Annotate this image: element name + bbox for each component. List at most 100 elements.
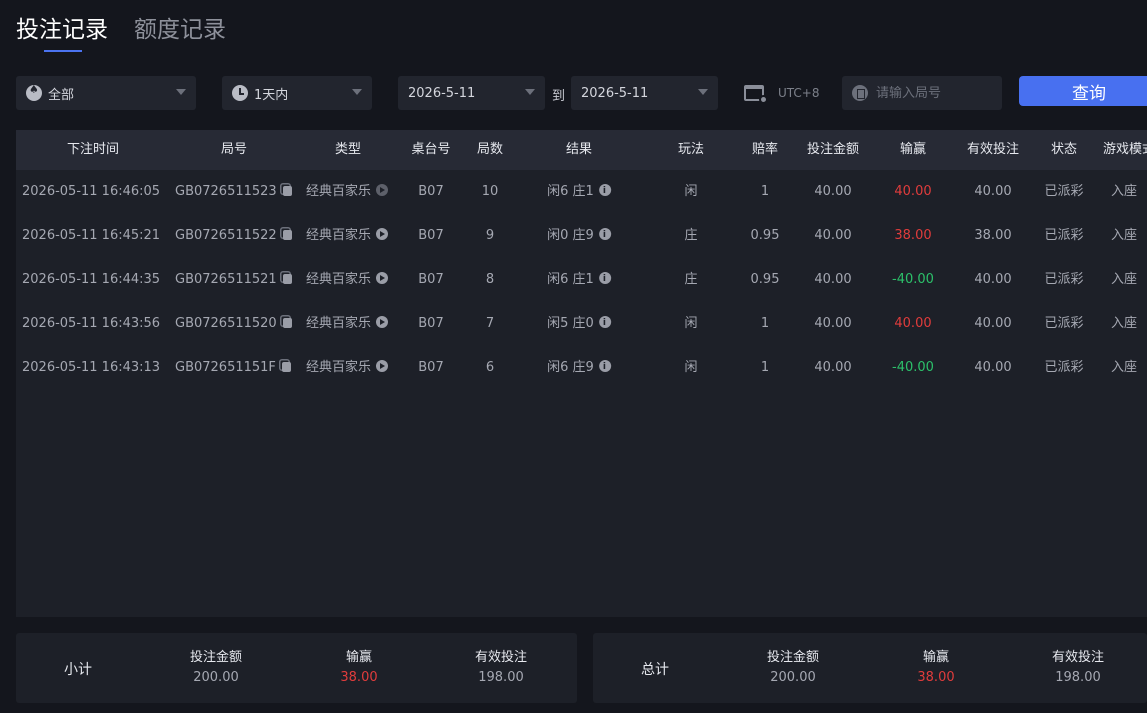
table-no: B07 (418, 184, 444, 199)
time-range-select[interactable]: 1天内 (222, 76, 372, 110)
game-type-select[interactable]: 全部 (16, 76, 196, 110)
subtotal-amount-value: 200.00 (193, 670, 239, 685)
chevron-down-icon (698, 89, 708, 95)
col-odds: 赔率 (751, 142, 779, 157)
date-from-select[interactable]: 2026-5-11 (398, 76, 545, 110)
copy-icon[interactable] (281, 362, 291, 372)
col-bet-time: 下注时间 (66, 142, 120, 157)
bet-time: 2026-05-11 16:45:21 (22, 228, 161, 243)
tab-bar: 投注记录 额度记录 (16, 14, 226, 52)
round-search-box (842, 76, 1002, 110)
table-row: 2026-05-11 16:45:21 GB0726511522 经典百家乐 B… (16, 213, 1147, 258)
result-cell: 闲6 庄9 (547, 345, 611, 390)
play-icon[interactable] (376, 228, 389, 240)
result: 闲6 庄9 (547, 360, 594, 375)
game-mode: 入座 (1110, 228, 1138, 243)
play-icon[interactable] (376, 272, 389, 284)
play-icon[interactable] (376, 184, 389, 196)
total-amount-value: 200.00 (770, 670, 816, 685)
total-panel: 总计 投注金额 200.00 输赢 38.00 有效投注 198.00 (593, 633, 1147, 703)
total-label: 总计 (641, 662, 669, 678)
total-winloss-label: 输赢 (922, 650, 949, 665)
col-valid-bet: 有效投注 (966, 142, 1020, 157)
game-type: 经典百家乐 (306, 184, 372, 199)
table-no: B07 (418, 228, 444, 243)
info-icon[interactable] (598, 169, 611, 213)
status: 已派彩 (1044, 316, 1084, 331)
copy-icon[interactable] (282, 230, 292, 240)
round-no: 8 (485, 272, 495, 287)
round-id-cell: GB0726511522 (175, 214, 292, 258)
round-id-cell: GB072651151F (175, 346, 291, 390)
bet-type: 闲 (684, 184, 698, 199)
winloss: -40.00 (892, 360, 934, 375)
info-icon[interactable] (598, 345, 611, 389)
chevron-down-icon (525, 89, 535, 95)
table-no: B07 (418, 316, 444, 331)
info-icon[interactable] (598, 301, 611, 345)
calendar-icon[interactable] (744, 82, 768, 104)
table-header: 下注时间 局号 类型 桌台号 局数 结果 玩法 赔率 投注金额 输赢 有效投注 … (16, 130, 1147, 170)
col-table: 桌台号 (411, 142, 451, 157)
col-bet-type: 玩法 (677, 142, 705, 157)
bet-amount: 40.00 (814, 228, 852, 243)
bet-type: 闲 (684, 360, 698, 375)
odds: 1 (760, 184, 770, 199)
bet-type: 庄 (684, 228, 698, 243)
round-id: GB0726511521 (175, 272, 277, 287)
clock-icon (232, 85, 248, 101)
play-icon[interactable] (376, 316, 389, 328)
round-no: 6 (485, 360, 495, 375)
tab-credit-records[interactable]: 额度记录 (134, 14, 226, 46)
timezone-label: UTC+8 (778, 86, 820, 100)
copy-icon[interactable] (282, 186, 292, 196)
copy-icon[interactable] (282, 318, 292, 328)
total-winloss-value: 38.00 (917, 670, 955, 685)
valid-bet: 40.00 (974, 272, 1012, 287)
subtotal-winloss: 输赢 38.00 (340, 649, 377, 689)
game-mode: 入座 (1110, 360, 1138, 375)
query-button[interactable]: 查询 (1019, 76, 1147, 106)
info-icon[interactable] (598, 213, 611, 257)
round-id-cell: GB0726511520 (175, 302, 292, 346)
odds: 0.95 (750, 228, 780, 243)
col-result: 结果 (565, 142, 593, 157)
status: 已派彩 (1044, 228, 1084, 243)
subtotal-amount-label: 投注金额 (189, 650, 243, 665)
round-id-cell: GB0726511521 (175, 258, 292, 302)
bet-records-table: 下注时间 局号 类型 桌台号 局数 结果 玩法 赔率 投注金额 输赢 有效投注 … (16, 130, 1147, 617)
result-cell: 闲0 庄9 (547, 213, 611, 258)
total-winloss: 输赢 38.00 (917, 649, 954, 689)
date-to-value: 2026-5-11 (581, 85, 649, 101)
round-search-input[interactable] (876, 85, 996, 101)
winloss: 38.00 (894, 228, 932, 243)
col-game-mode: 游戏模式 (1102, 142, 1147, 157)
copy-icon[interactable] (282, 274, 292, 284)
game-mode: 入座 (1110, 184, 1138, 199)
play-icon[interactable] (376, 360, 389, 372)
col-amount: 投注金额 (806, 142, 860, 157)
status: 已派彩 (1044, 272, 1084, 287)
winloss: 40.00 (894, 184, 932, 199)
valid-bet: 40.00 (974, 184, 1012, 199)
info-icon[interactable] (598, 257, 611, 301)
bet-type: 闲 (684, 316, 698, 331)
subtotal-valid: 有效投注 198.00 (475, 649, 527, 689)
subtotal-label: 小计 (64, 662, 92, 678)
table-row: 2026-05-11 16:43:56 GB0726511520 经典百家乐 B… (16, 301, 1147, 346)
odds: 1 (760, 360, 770, 375)
table-body: 2026-05-11 16:46:05 GB0726511523 经典百家乐 B… (16, 169, 1147, 390)
tab-bet-records[interactable]: 投注记录 (16, 14, 108, 52)
time-range-value: 1天内 (254, 87, 289, 103)
result: 闲5 庄0 (547, 316, 594, 331)
bet-time: 2026-05-11 16:44:35 (22, 272, 161, 287)
date-to-select[interactable]: 2026-5-11 (571, 76, 718, 110)
round-id: GB0726511520 (175, 316, 277, 331)
odds: 1 (760, 316, 770, 331)
col-winloss: 输赢 (899, 142, 927, 157)
chevron-down-icon (176, 89, 186, 95)
subtotal-winloss-label: 输赢 (345, 650, 372, 665)
total-amount-label: 投注金额 (766, 650, 820, 665)
game-mode: 入座 (1110, 272, 1138, 287)
date-range-separator: 到 (552, 89, 566, 104)
